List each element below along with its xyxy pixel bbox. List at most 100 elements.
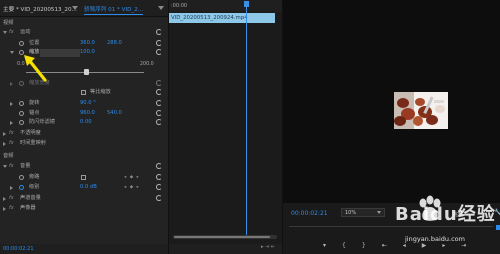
bypass-reset-icon[interactable] [156, 174, 162, 180]
chevron-down-icon[interactable] [377, 211, 381, 214]
fx-icon: fx [9, 205, 14, 211]
transport-buttons: ▾ { } ⇤ ◂ ▶ ▸ ⇥ [323, 242, 498, 250]
antiflicker-reset-icon[interactable] [156, 119, 162, 125]
opacity-expand-icon[interactable] [3, 131, 6, 136]
anchor-x-value[interactable]: 960.0 [80, 109, 95, 118]
antiflicker-expand-icon[interactable] [10, 120, 13, 125]
time-remap-row[interactable]: fx 时间重映射 [0, 139, 168, 148]
scale-slider-thumb[interactable] [84, 69, 89, 75]
video-section-label: 视频 [3, 20, 14, 26]
timeline-ruler[interactable]: :00:00 [169, 0, 283, 12]
anchor-reset-icon[interactable] [156, 110, 162, 116]
playhead-line[interactable] [246, 7, 247, 239]
level-expand-icon[interactable] [10, 185, 13, 190]
level-value[interactable]: 0.0 dB [80, 183, 97, 192]
timeline-scroll-thumb[interactable] [174, 236, 270, 238]
rotation-label: 旋转 [29, 100, 40, 106]
mark-out-icon[interactable]: } [362, 242, 366, 250]
position-x-value[interactable]: 360.0 [80, 39, 95, 48]
antiflicker-stopwatch-icon[interactable] [19, 120, 24, 125]
panner-expand-icon[interactable] [3, 206, 6, 211]
clip-tab-dropdown-icon[interactable] [158, 6, 164, 10]
antiflicker-row: 防闪烁滤镜 0.00 [0, 118, 168, 127]
scale-width-expand-icon[interactable] [10, 81, 13, 86]
anchor-stopwatch-icon[interactable] [19, 111, 24, 116]
effect-timeline-panel: :00:00 VID_20200513_200924.mp4 ▸ ⇥ ⇤ [168, 0, 283, 254]
fx-icon: fx [9, 195, 14, 201]
scale-width-reset-icon[interactable] [156, 80, 162, 86]
position-label: 位置 [29, 40, 40, 46]
anchor-row: 锚点 960.0 540.0 [0, 109, 168, 118]
position-stopwatch-icon[interactable] [19, 41, 24, 46]
annotation-arrow-icon [24, 55, 47, 82]
anchor-y-value[interactable]: 540.0 [107, 109, 122, 118]
anchor-label: 锚点 [29, 110, 40, 116]
play-icon[interactable]: ▶ [422, 242, 427, 250]
volume-collapse-icon[interactable] [3, 165, 7, 168]
level-keyframe-nav[interactable]: ◂ ◆ ▸ [124, 183, 140, 192]
position-reset-icon[interactable] [156, 40, 162, 46]
scale-reset-icon[interactable] [156, 49, 162, 55]
uniform-scale-row: 等比缩放 [0, 88, 168, 97]
level-label: 级别 [29, 184, 40, 190]
opacity-effect-row[interactable]: fx 不透明度 [0, 129, 168, 138]
rotation-value[interactable]: 90.0 ° [80, 99, 96, 108]
time-remap-label: 时间重映射 [20, 140, 46, 146]
bypass-stopwatch-icon[interactable] [19, 175, 24, 180]
scale-value[interactable]: 100.0 [80, 48, 95, 57]
tab-master-clip[interactable]: 主要 * VID_20200513_20... [3, 5, 77, 13]
antiflicker-label: 防闪烁滤镜 [29, 119, 55, 125]
time-remap-expand-icon[interactable] [3, 141, 6, 146]
channel-volume-reset-icon[interactable] [156, 195, 162, 201]
mark-in-icon[interactable]: { [342, 242, 346, 250]
rotation-row: 旋转 90.0 ° [0, 99, 168, 108]
volume-label: 音量 [20, 163, 31, 169]
program-timecode[interactable]: 00:00:02:21 [291, 210, 328, 217]
level-stopwatch-icon[interactable] [19, 185, 24, 190]
panner-label: 声像器 [20, 205, 36, 211]
channel-volume-row[interactable]: fx 声道音量 [0, 194, 168, 203]
rotation-expand-icon[interactable] [10, 101, 13, 106]
position-y-value[interactable]: 288.0 [107, 39, 122, 48]
motion-reset-icon[interactable] [156, 29, 162, 35]
ruler-time: :00:00 [171, 3, 188, 9]
program-scrub-bar[interactable] [289, 226, 493, 227]
go-to-out-icon[interactable]: ⇥ [461, 242, 466, 250]
scale-slider-max: 200.0 [140, 62, 154, 67]
step-back-icon[interactable]: ◂ [403, 242, 406, 250]
audio-section-label: 音频 [3, 153, 14, 159]
channel-volume-expand-icon[interactable] [3, 196, 6, 201]
master-tab-dropdown-icon[interactable] [72, 6, 78, 10]
playhead-handle[interactable] [244, 1, 249, 7]
step-forward-icon[interactable]: ▸ [442, 242, 445, 250]
filter-icon[interactable]: ▸ ⇥ ⇤ [261, 244, 275, 250]
fx-icon: fx [9, 140, 14, 146]
scale-collapse-icon[interactable] [10, 51, 14, 54]
channel-volume-label: 声道音量 [20, 195, 41, 201]
timeline-clip[interactable]: VID_20200513_200924.mp4 [169, 13, 275, 23]
rotation-stopwatch-icon[interactable] [19, 101, 24, 106]
rotation-reset-icon[interactable] [156, 100, 162, 106]
level-reset-icon[interactable] [156, 184, 162, 190]
opacity-label: 不透明度 [20, 130, 41, 136]
uniform-scale-label: 等比缩放 [90, 89, 111, 95]
panner-row[interactable]: fx 声像器 [0, 204, 168, 213]
antiflicker-value[interactable]: 0.00 [80, 118, 92, 127]
add-marker-icon[interactable]: ▾ [323, 242, 326, 250]
volume-reset-icon[interactable] [156, 163, 162, 169]
go-to-in-icon[interactable]: ⇤ [382, 242, 387, 250]
effect-timecode[interactable]: 00:00:02:21 [3, 246, 34, 252]
volume-effect-row[interactable]: fx 音量 [0, 162, 168, 171]
tab-sequence-clip[interactable]: 骄驽序列 01 * VID_2... [84, 5, 144, 15]
marker-icon[interactable] [496, 225, 500, 230]
bypass-keyframe-nav[interactable]: ◂ ◆ ▸ [124, 173, 140, 182]
level-row: 级别 0.0 dB ◂ ◆ ▸ [0, 183, 168, 192]
motion-effect-row[interactable]: fx 运动 [0, 28, 168, 37]
motion-collapse-icon[interactable] [3, 31, 7, 34]
uniform-scale-reset-icon[interactable] [156, 89, 162, 95]
zoom-value: 10% [345, 210, 357, 216]
effect-controls-header: 主要 * VID_20200513_20... 骄驽序列 01 * VID_2.… [0, 0, 168, 17]
video-section-header: 视频 [0, 19, 168, 28]
bypass-label: 旁路 [29, 174, 40, 180]
bypass-row: 旁路 ◂ ◆ ▸ [0, 173, 168, 182]
